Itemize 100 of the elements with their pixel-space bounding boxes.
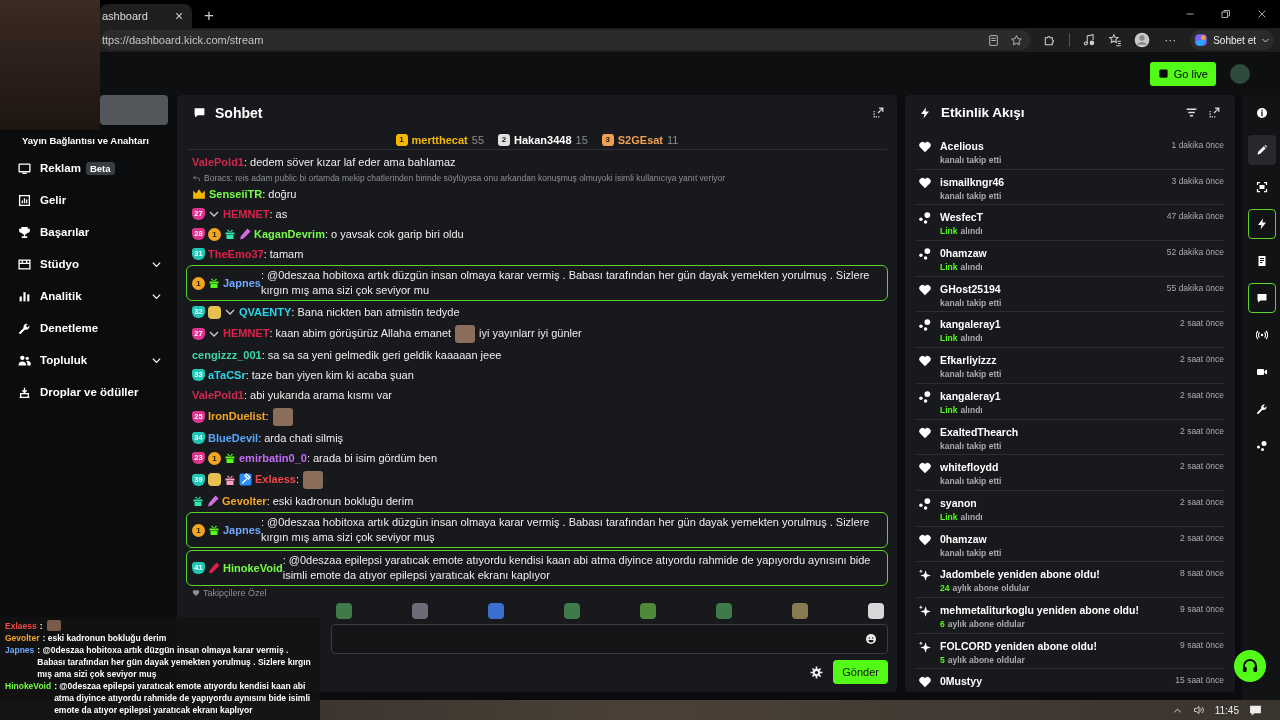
chat-username[interactable]: KaganDevrim	[254, 226, 325, 242]
event-title: 0hamzaw	[940, 532, 988, 545]
popout-icon[interactable]	[872, 106, 885, 119]
overlay-username: Japnes	[5, 644, 35, 656]
chat-username[interactable]: HinokeVoid	[223, 560, 283, 576]
event-detail: alındı	[960, 262, 983, 273]
overlay-message: : @0deszaa epilepsi yaratıcak emote atıyordu kendisi kaan abi atma diyince atıyordu rahmide de yapıyordu aynısını bide isimli emote da atıyor epilepsi yaratıcak ekranı kaplıyor	[54, 680, 312, 716]
star-icon[interactable]	[1010, 33, 1024, 47]
sidebar-item[interactable]: Gelir	[0, 184, 162, 216]
rail-button[interactable]	[1248, 135, 1276, 165]
emote-image[interactable]	[564, 603, 580, 619]
emote-image[interactable]	[868, 603, 884, 619]
chat-username[interactable]: Exlaess	[255, 472, 296, 487]
chat-username[interactable]: TheEmo37	[208, 246, 264, 262]
event-detail: kanalı takip etti	[940, 369, 1002, 380]
message-text: : kaan abim görüşürüz Allaha emanet	[269, 326, 452, 341]
emote-image[interactable]	[792, 603, 808, 619]
heart-icon	[918, 175, 932, 190]
event-highlight: 24	[940, 583, 950, 594]
favorites-icon[interactable]	[1108, 33, 1123, 47]
settings-icon[interactable]	[810, 665, 824, 679]
heart-icon	[918, 532, 932, 547]
chat-username[interactable]: emirbatin0_0	[239, 450, 307, 466]
film-icon	[18, 257, 31, 271]
emote-image	[303, 470, 324, 489]
video-camera-icon	[1256, 366, 1268, 378]
close-tab-button[interactable]: ×	[170, 7, 188, 25]
event-detail: aylık abone oldular	[947, 618, 1025, 629]
event-time: 2 saat önce	[1180, 389, 1224, 400]
event-title: Jadombele yeniden abone oldu!	[940, 568, 1101, 581]
reader-icon[interactable]	[987, 33, 1001, 47]
chat-username[interactable]: Japnes	[223, 522, 261, 538]
rail-button[interactable]	[1248, 209, 1276, 239]
restore-icon[interactable]	[1220, 8, 1232, 20]
swirl-logo-icon	[1194, 33, 1209, 47]
browser-tab[interactable]: ashboard ×	[100, 4, 192, 28]
broadcast-icon	[1256, 329, 1268, 341]
emote-image[interactable]	[640, 603, 656, 619]
message-text: : sa sa sa yeni gelmedik geri geldik kaaaaan jeee	[261, 347, 502, 363]
music-icon[interactable]	[1082, 33, 1097, 47]
event-time: 9 saat önce	[1180, 639, 1224, 650]
event-title: 0Mustyy	[940, 675, 983, 688]
sparkle-icon	[918, 568, 932, 583]
trophy-icon	[18, 225, 31, 239]
message-input[interactable]	[331, 624, 888, 654]
emote-image[interactable]	[412, 603, 428, 619]
address-bar[interactable]: ttps://dashboard.kick.com/stream	[100, 30, 1032, 50]
event-time: 47 dakika önce	[1166, 211, 1224, 222]
overlay-message: :	[39, 620, 43, 632]
filter-icon[interactable]	[1185, 106, 1198, 119]
chat-username[interactable]: aTaCSr	[208, 367, 246, 383]
chat-username[interactable]: Japnes	[223, 275, 261, 291]
chat-icon	[193, 106, 206, 119]
event-highlight: Link	[940, 404, 958, 415]
event-detail: kanalı takip etti	[940, 155, 1002, 165]
sidebar-item[interactable]: Reklam Beta	[0, 152, 162, 184]
copilot-button[interactable]: Sohbet et	[1190, 30, 1274, 50]
event-time: 52 dakika önce	[1166, 247, 1224, 258]
sidebar-item[interactable]: Denetleme	[0, 312, 162, 344]
speaker-icon[interactable]	[1192, 704, 1205, 716]
go-live-button[interactable]: Go live	[1149, 61, 1216, 86]
event-highlight: Link	[940, 511, 958, 522]
event-time: 1 dakika önce	[1171, 140, 1224, 150]
beta-badge: Beta	[85, 161, 115, 175]
sidebar-item[interactable]: Topluluk	[0, 344, 162, 376]
event-title: Efkarliyizzz	[940, 354, 998, 367]
leader-count: 11	[667, 133, 679, 146]
sidebar-item[interactable]: Analitik	[0, 280, 162, 312]
message-text: : eski kadronun bokluğu derim	[266, 493, 414, 509]
sidebar-item[interactable]: Stüdyo	[0, 248, 162, 280]
sidebar-item[interactable]: Droplar ve ödüller	[0, 376, 162, 408]
new-tab-button[interactable]: +	[198, 5, 220, 27]
emoji-icon[interactable]	[865, 633, 877, 645]
emote-image[interactable]	[488, 603, 504, 619]
event-time: 9 saat önce	[1180, 603, 1224, 614]
reply-context: Boracs: reis adam public bi ortamda mekip chatlerinden birinde söylüyosa onu arkandan konuşmuş olmuyoki isimli kullanıcıya yanıt veriyor	[204, 173, 726, 183]
event-highlight: Link	[940, 262, 958, 273]
chat-icon	[1256, 292, 1268, 304]
sidebar-item[interactable]: Başarılar	[0, 216, 162, 248]
chat-username[interactable]: cengizzz_001	[192, 347, 262, 363]
send-button[interactable]: Gönder	[833, 660, 888, 684]
support-button[interactable]	[1234, 650, 1266, 682]
avatar-icon[interactable]	[1134, 32, 1151, 48]
chat-username[interactable]: Gevolter	[222, 493, 267, 509]
sidebar-item[interactable]: Yayın Bağlantısı ve Anahtarı	[0, 135, 175, 146]
emote-image[interactable]	[716, 603, 732, 619]
notification-icon[interactable]	[1249, 703, 1262, 717]
message-text: : Bana nickten ban atmistin tedyde	[291, 304, 460, 320]
circles-icon	[1256, 440, 1268, 452]
close-icon[interactable]	[1256, 8, 1268, 20]
gifter-badge: 1	[192, 523, 205, 537]
rail-button[interactable]	[1248, 283, 1276, 313]
event-title: GHost25194	[940, 282, 1002, 295]
more-button[interactable]: ···	[1162, 31, 1179, 49]
popout-icon[interactable]	[1208, 106, 1221, 119]
emote-image[interactable]	[336, 603, 352, 619]
event-title: mehmetaliturkoglu yeniden abone oldu!	[940, 603, 1140, 616]
info-icon	[1256, 107, 1268, 119]
clock[interactable]: 11:45	[1214, 704, 1239, 716]
heart-icon	[918, 425, 932, 440]
